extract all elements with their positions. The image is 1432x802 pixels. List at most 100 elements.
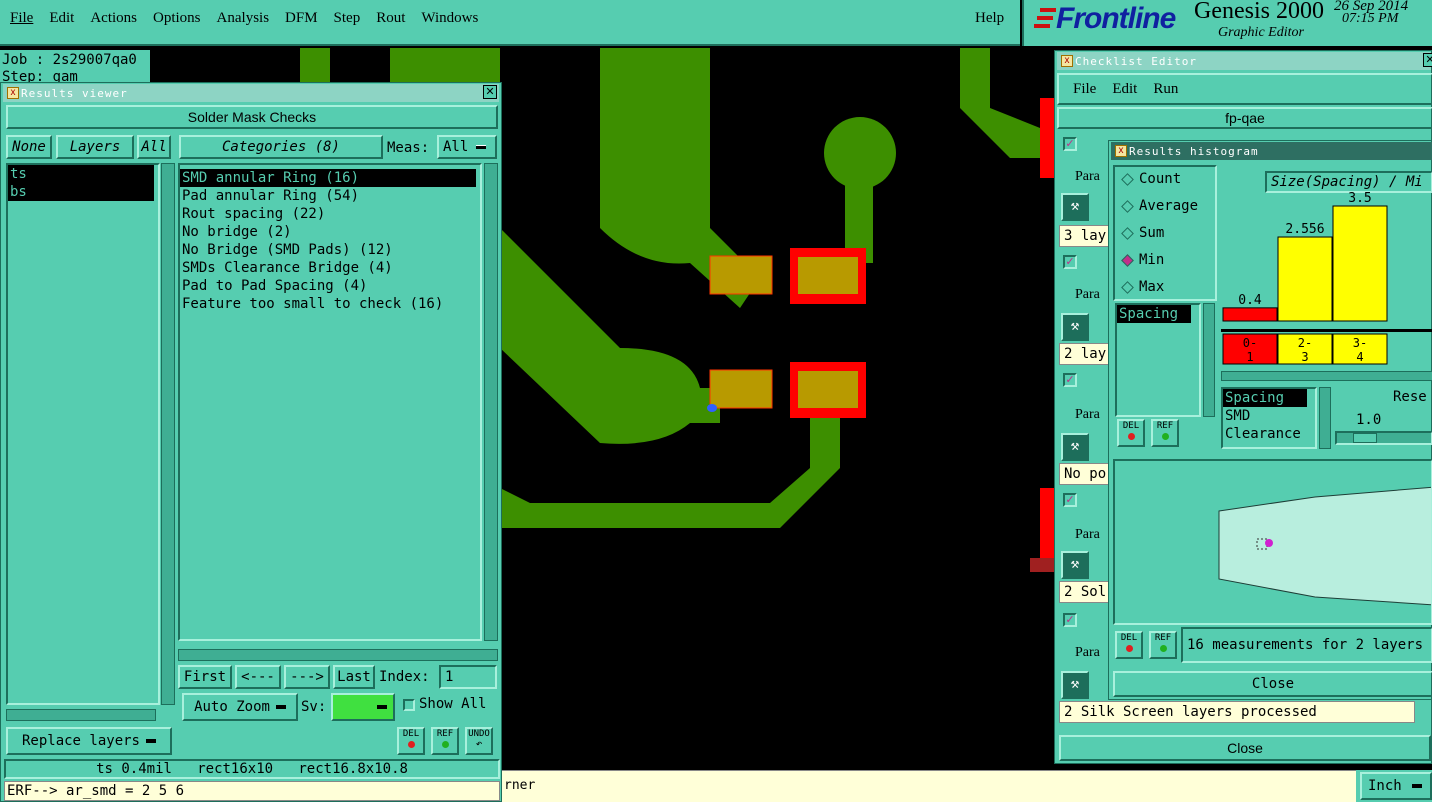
slider-thumb[interactable] [1353,433,1377,443]
replace-layers-select[interactable]: Replace layers [6,727,172,755]
auto-zoom-label: Auto Zoom [194,699,270,715]
attribute-item[interactable]: Spacing [1117,305,1191,323]
checklist-close-button[interactable]: Close [1059,735,1431,761]
unit-select[interactable]: Inch [1360,772,1432,800]
categories-button[interactable]: Categories (8) [179,135,383,159]
last-button[interactable]: Last [333,665,375,689]
category-item[interactable]: No Bridge (SMD Pads) (12) [180,241,480,259]
layers-list[interactable]: ts bs [6,163,160,705]
auto-zoom-select[interactable]: Auto Zoom [182,693,298,721]
sv-label: Sv: [301,699,327,715]
checklist-menu-file[interactable]: File [1073,81,1096,98]
category-item[interactable]: SMD annular Ring (16) [180,169,476,187]
first-button[interactable]: First [178,665,232,689]
categories-list[interactable]: SMD annular Ring (16) Pad annular Ring (… [178,163,482,641]
legend-vscroll[interactable] [1319,387,1331,449]
resolution-slider[interactable] [1335,431,1432,445]
dropdown-icon [377,705,387,709]
summary-text: 16 measurements for 2 layers [1187,637,1424,653]
none-button[interactable]: None [6,135,52,159]
layer-item[interactable]: bs [8,183,154,201]
unit-value: Inch [1368,778,1402,794]
menu-file[interactable]: File [10,10,33,27]
row-info: No po [1059,463,1109,485]
hist-ref-button[interactable]: REF [1151,419,1179,447]
check-checkbox[interactable]: ✓ [1063,613,1077,627]
axis-baseline [1221,329,1432,332]
prev-button[interactable]: <--- [235,665,281,689]
sv-color-select[interactable] [331,693,395,721]
menu-analysis[interactable]: Analysis [217,10,270,27]
layer-item[interactable]: ts [8,165,154,183]
menu-windows[interactable]: Windows [421,10,478,27]
check-checkbox[interactable]: ✓ [1063,137,1077,151]
histogram-hscroll[interactable] [1221,371,1432,381]
checklist-menu-run[interactable]: Run [1153,81,1178,98]
menu-options[interactable]: Options [153,10,201,27]
menu-step[interactable]: Step [334,10,361,27]
histogram-close-button[interactable]: Close [1113,671,1432,697]
histogram-bar [1222,307,1278,322]
legend-item[interactable]: Clearance [1223,425,1315,443]
layers-hscroll[interactable] [6,709,156,721]
index-input[interactable]: 1 [439,665,497,689]
legend-item[interactable]: Spacing [1223,389,1307,407]
categories-vscroll[interactable] [484,163,498,641]
results-histogram-window: Results histogram x Count Average Sum Mi… [1108,140,1432,700]
undo-button[interactable]: UNDO ↶ [465,727,493,755]
category-item[interactable]: No bridge (2) [180,223,480,241]
menu-help[interactable]: Help [975,10,1004,27]
menu-rout[interactable]: Rout [376,10,405,27]
close-icon[interactable]: ✕ [1423,53,1432,67]
close-icon[interactable]: ✕ [483,85,497,99]
preview-ref-button[interactable]: REF [1149,631,1177,659]
checklist-menu-edit[interactable]: Edit [1112,81,1137,98]
check-checkbox[interactable]: ✓ [1063,493,1077,507]
hist-del-button[interactable]: DEL [1117,419,1145,447]
erf-text: ERF--> ar_smd = 2 5 6 [7,783,185,799]
preview-del-button[interactable]: DEL [1115,631,1143,659]
menu-dfm[interactable]: DFM [285,10,318,27]
checklist-menubar: File Edit Run [1057,73,1432,105]
run-check-icon[interactable]: ⚒ [1061,671,1089,699]
index-label: Index: [379,669,430,685]
run-check-icon[interactable]: ⚒ [1061,193,1089,221]
run-check-icon[interactable]: ⚒ [1061,551,1089,579]
meas-select[interactable]: All [437,135,497,159]
menu-actions[interactable]: Actions [90,10,137,27]
option-sum: Sum [1139,225,1165,241]
attribute-vscroll[interactable] [1203,303,1215,417]
all-button[interactable]: All [137,135,171,159]
categories-hscroll[interactable] [178,649,498,661]
option-max: Max [1139,279,1165,295]
category-item[interactable]: Pad annular Ring (54) [180,187,480,205]
legend-list[interactable]: Spacing SMD Clearance [1221,387,1317,449]
show-all-checkbox[interactable] [403,699,415,711]
show-all-label: Show All [419,696,487,712]
row-info: 2 Sol [1059,581,1109,603]
brand-area: Frontline Genesis 2000 Graphic Editor 26… [1022,0,1432,46]
next-button[interactable]: ---> [284,665,330,689]
del-button[interactable]: DEL [397,727,425,755]
check-checkbox[interactable]: ✓ [1063,373,1077,387]
layers-vscroll[interactable] [161,163,175,705]
attribute-list[interactable]: Spacing [1115,303,1201,417]
category-item[interactable]: Feature too small to check (16) [180,295,480,313]
layers-button[interactable]: Layers [56,135,134,159]
ref-button[interactable]: REF [431,727,459,755]
option-min: Min [1139,252,1165,268]
category-item[interactable]: Pad to Pad Spacing (4) [180,277,480,295]
status-line: ts 0.4mil rect16x10 rect16.8x10.8 [4,759,500,779]
row-info: 2 lay [1059,343,1109,365]
row-label: Para [1075,407,1100,422]
check-checkbox[interactable]: ✓ [1063,255,1077,269]
category-item[interactable]: Rout spacing (22) [180,205,480,223]
legend-item[interactable]: SMD [1223,407,1315,425]
category-item[interactable]: SMDs Clearance Bridge (4) [180,259,480,277]
menu-edit[interactable]: Edit [49,10,74,27]
status-text: ts 0.4mil rect16x10 rect16.8x10.8 [96,761,408,777]
run-check-icon[interactable]: ⚒ [1061,313,1089,341]
header-label: Solder Mask Checks [187,109,317,125]
run-check-icon[interactable]: ⚒ [1061,433,1089,461]
menu-items: File Edit Actions Options Analysis DFM S… [10,10,494,27]
